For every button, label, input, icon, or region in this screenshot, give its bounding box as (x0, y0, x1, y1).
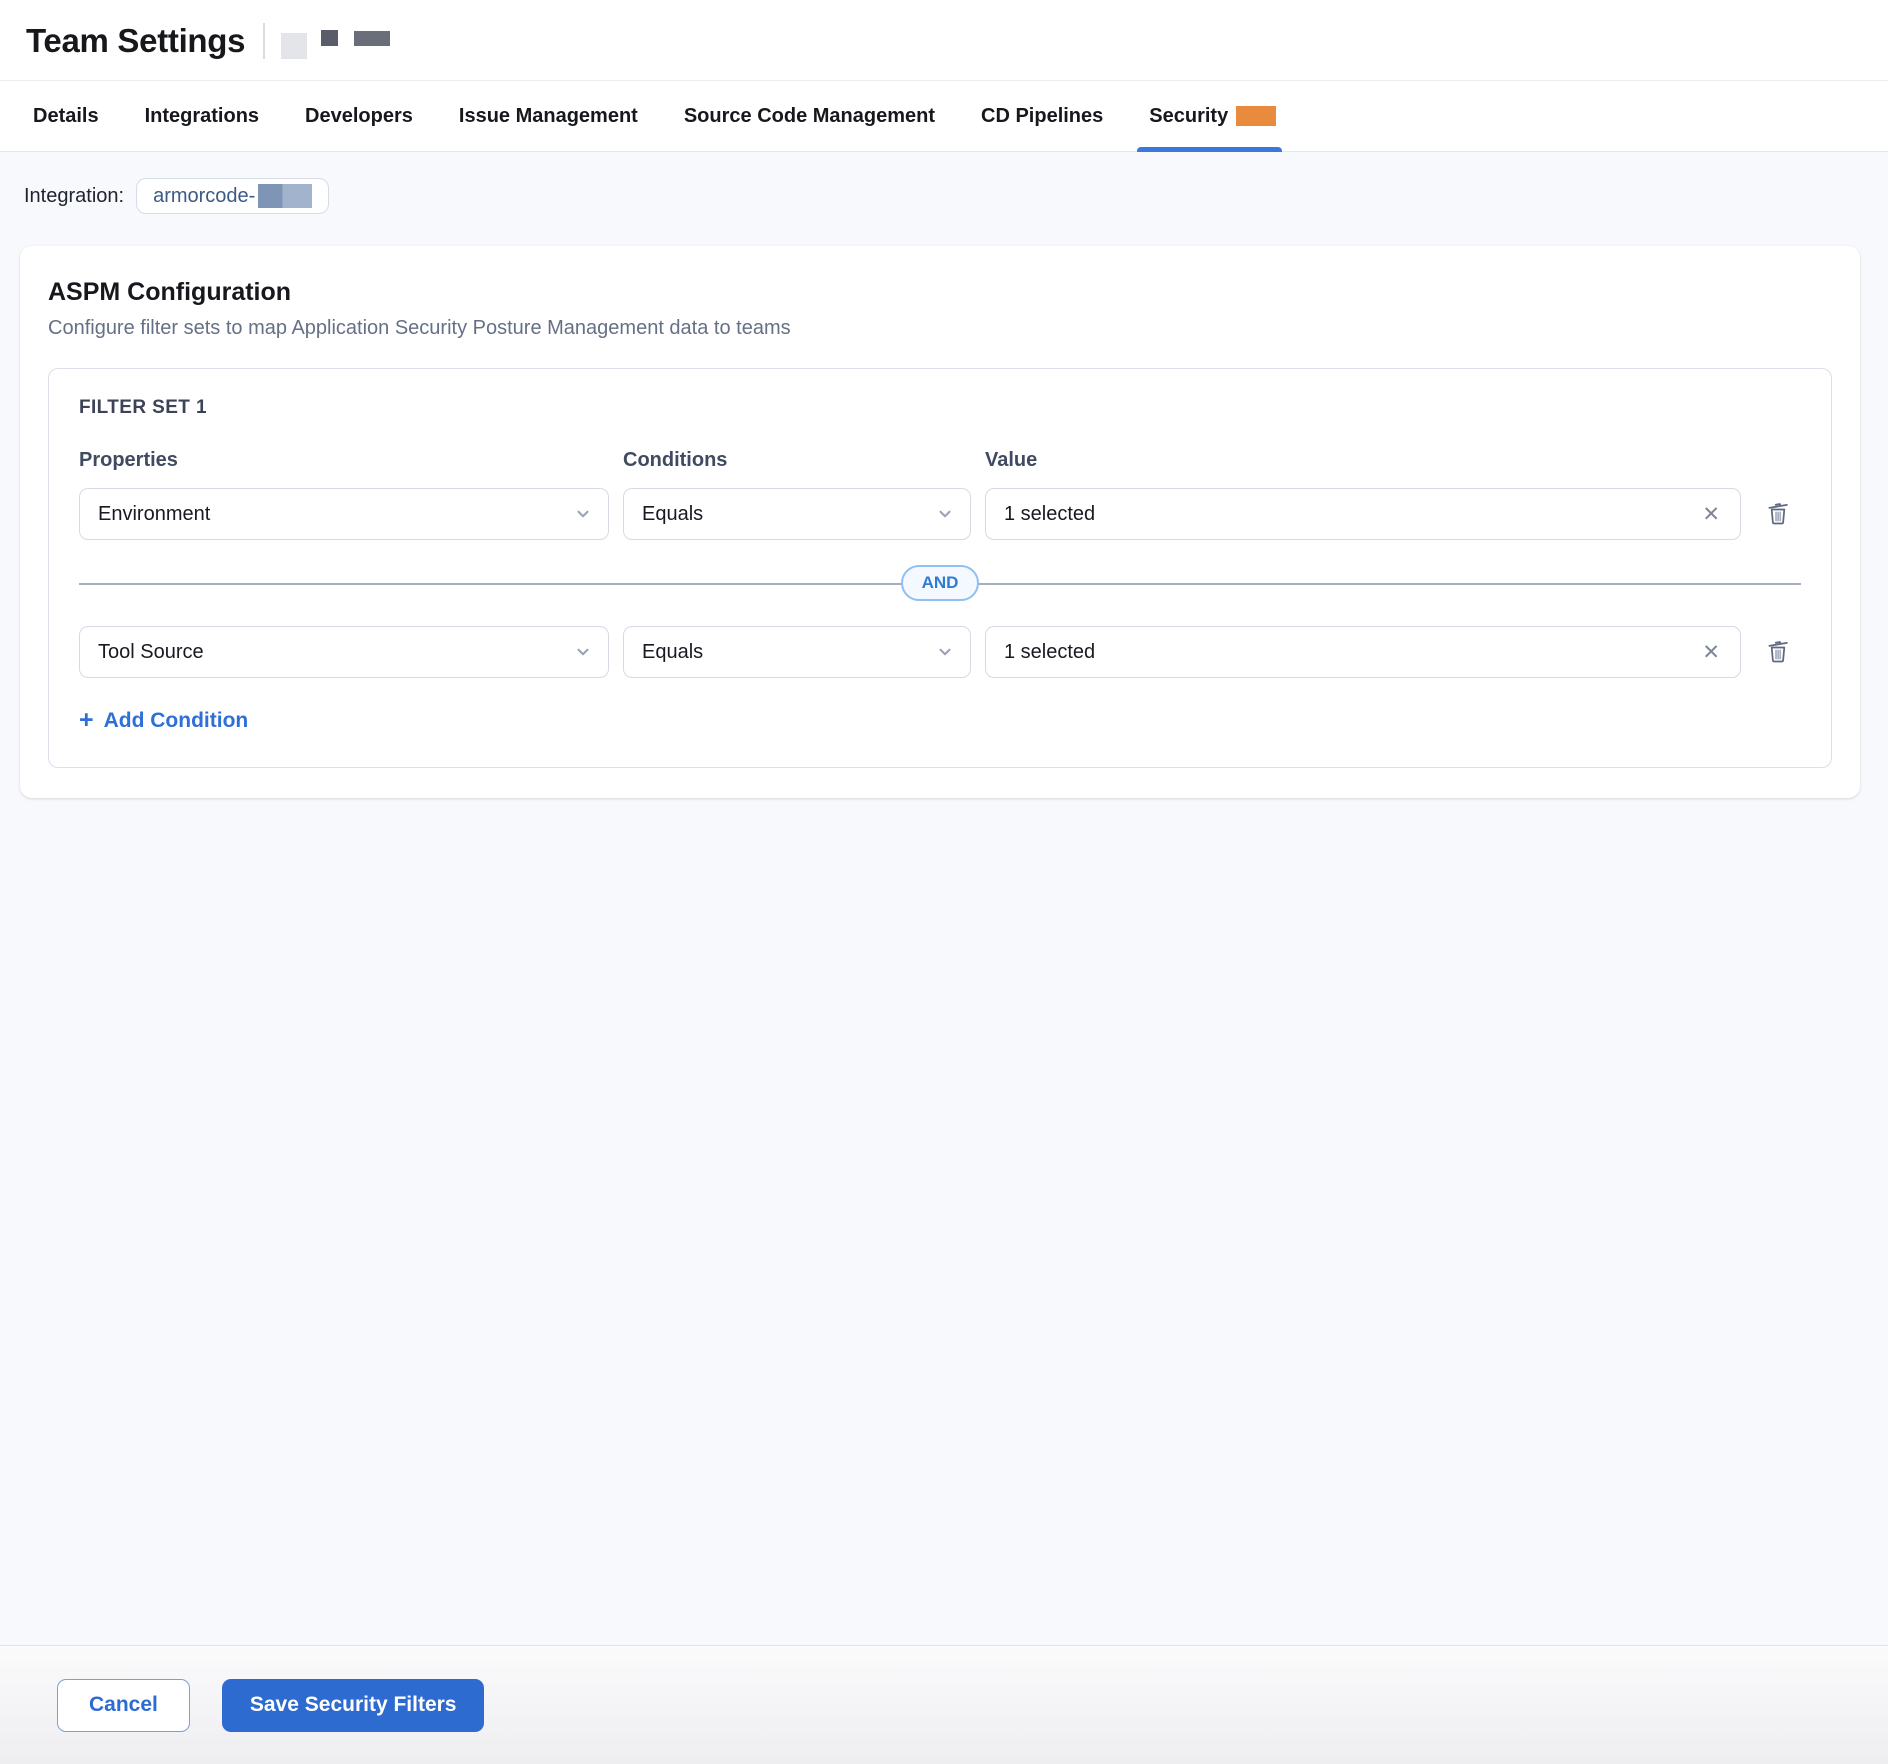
tab-label: Integrations (145, 105, 259, 128)
tab-details[interactable]: Details (33, 81, 99, 151)
tab-label: Details (33, 105, 99, 128)
aspm-configuration-card: ASPM Configuration Configure filter sets… (20, 246, 1860, 798)
aspm-title: ASPM Configuration (48, 278, 1832, 307)
trash-icon (1764, 499, 1792, 527)
chevron-down-icon (936, 505, 954, 523)
top-header: Team Settings Details Integrations Devel… (0, 0, 1888, 152)
tab-security[interactable]: Security (1149, 81, 1276, 151)
filter-set-title: FILTER SET 1 (79, 397, 1801, 419)
integration-chip[interactable]: armorcode- (136, 178, 329, 214)
add-condition-label: Add Condition (104, 709, 249, 733)
value-selected-count: 1 selected (1004, 503, 1095, 526)
property-select-value: Tool Source (98, 641, 204, 664)
tab-cd-pipelines[interactable]: CD Pipelines (981, 81, 1103, 151)
integration-row: Integration: armorcode- (0, 152, 1888, 232)
integration-chip-text: armorcode- (153, 185, 255, 208)
delete-condition-button[interactable] (1762, 635, 1794, 670)
tab-source-code-management[interactable]: Source Code Management (684, 81, 935, 151)
tab-label: CD Pipelines (981, 105, 1103, 128)
tab-label: Source Code Management (684, 105, 935, 128)
tab-developers[interactable]: Developers (305, 81, 413, 151)
integration-label: Integration: (24, 185, 124, 208)
property-select-value: Environment (98, 503, 210, 526)
save-security-filters-button[interactable]: Save Security Filters (222, 1679, 485, 1732)
value-selected-count: 1 selected (1004, 641, 1095, 664)
condition-select-value: Equals (642, 503, 703, 526)
value-multiselect[interactable]: 1 selected ✕ (985, 488, 1741, 540)
condition-select[interactable]: Equals (623, 488, 971, 540)
condition-select-value: Equals (642, 641, 703, 664)
cancel-button[interactable]: Cancel (57, 1679, 190, 1732)
chevron-down-icon (936, 643, 954, 661)
tab-issue-management[interactable]: Issue Management (459, 81, 638, 151)
redacted-block (321, 30, 338, 46)
and-joiner-pill[interactable]: AND (901, 565, 980, 601)
title-row: Team Settings (0, 0, 1888, 80)
filter-row-1: Environment Equals 1 selected ✕ (79, 488, 1801, 540)
clear-selection-icon[interactable]: ✕ (1698, 638, 1724, 667)
tab-bar: Details Integrations Developers Issue Ma… (0, 80, 1888, 152)
title-divider (263, 23, 265, 59)
value-multiselect[interactable]: 1 selected ✕ (985, 626, 1741, 678)
plus-icon: + (79, 708, 94, 733)
action-footer: Cancel Save Security Filters (0, 1645, 1888, 1764)
team-settings-page: Team Settings Details Integrations Devel… (0, 0, 1888, 1764)
redacted-block (354, 31, 390, 46)
tab-label: Developers (305, 105, 413, 128)
aspm-subtitle: Configure filter sets to map Application… (48, 317, 1832, 340)
redacted-block (258, 184, 312, 208)
filter-row-2: Tool Source Equals 1 selected ✕ (79, 626, 1801, 678)
page-title: Team Settings (26, 22, 245, 60)
add-condition-button[interactable]: + Add Condition (79, 708, 248, 733)
column-headers: Properties Conditions Value (79, 449, 1801, 472)
conditions-header: Conditions (623, 449, 971, 472)
property-select[interactable]: Environment (79, 488, 609, 540)
trash-icon (1764, 637, 1792, 665)
tab-integrations[interactable]: Integrations (145, 81, 259, 151)
chevron-down-icon (574, 643, 592, 661)
clear-selection-icon[interactable]: ✕ (1698, 500, 1724, 529)
redacted-block (281, 33, 307, 59)
tab-label: Issue Management (459, 105, 638, 128)
filter-set-1: FILTER SET 1 Properties Conditions Value… (48, 368, 1832, 768)
chevron-down-icon (574, 505, 592, 523)
condition-select[interactable]: Equals (623, 626, 971, 678)
joiner-divider: AND (79, 564, 1801, 602)
delete-condition-button[interactable] (1762, 497, 1794, 532)
value-header: Value (985, 449, 1741, 472)
security-tab-redacted-badge (1236, 106, 1276, 126)
tab-label: Security (1149, 105, 1228, 128)
property-select[interactable]: Tool Source (79, 626, 609, 678)
properties-header: Properties (79, 449, 609, 472)
